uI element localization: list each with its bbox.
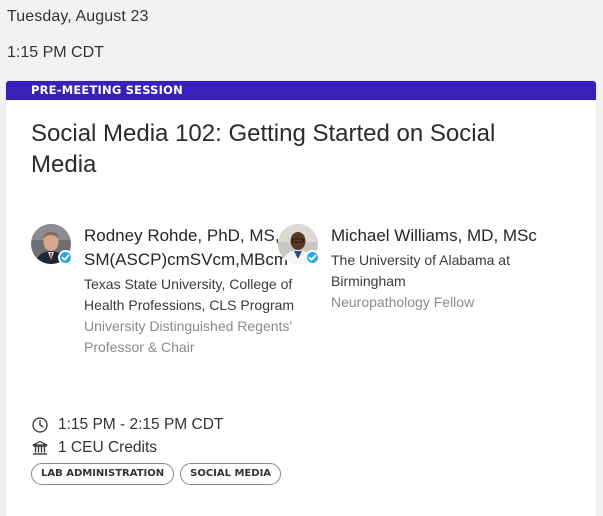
avatar[interactable] [278, 224, 320, 265]
session-date: Tuesday, August 23 [7, 8, 149, 25]
verified-check-icon [58, 250, 73, 265]
session-title[interactable]: Social Media 102: Getting Started on Soc… [31, 118, 531, 180]
clock-icon [31, 416, 49, 434]
session-tags: LAB ADMINISTRATION SOCIAL MEDIA [31, 463, 282, 485]
session-credits: 1 CEU Credits [31, 439, 157, 457]
tag-social-media[interactable]: SOCIAL MEDIA [180, 463, 282, 485]
session-start-time: 1:15 PM CDT [7, 44, 104, 61]
speaker-role: University Distinguished Regents' Profes… [84, 318, 293, 355]
speaker-name[interactable]: Michael Williams, MD, MSc [331, 224, 546, 248]
speaker-organization: Texas State University, College of Healt… [84, 276, 295, 313]
avatar[interactable] [31, 224, 73, 265]
speaker-name[interactable]: Rodney Rohde, PhD, MS, SM(ASCP)cmSVcm,MB… [84, 224, 299, 272]
session-card[interactable]: PRE-MEETING SESSION Social Media 102: Ge… [6, 81, 596, 516]
tag-lab-administration[interactable]: LAB ADMINISTRATION [31, 463, 175, 485]
time-range-text: 1:15 PM - 2:15 PM CDT [58, 416, 224, 433]
institution-icon [31, 439, 49, 457]
session-type-banner: PRE-MEETING SESSION [6, 81, 596, 100]
credits-text: 1 CEU Credits [58, 439, 158, 456]
speaker-details: Rodney Rohde, PhD, MS, SM(ASCP)cmSVcm,MB… [84, 224, 299, 358]
speaker-details: Michael Williams, MD, MSc The University… [331, 224, 546, 313]
session-time-range: 1:15 PM - 2:15 PM CDT [31, 416, 223, 434]
speaker-role: Neuropathology Fellow [331, 294, 475, 310]
speaker-organization: The University of Alabama at Birmingham [331, 252, 510, 289]
verified-check-icon [305, 250, 320, 265]
